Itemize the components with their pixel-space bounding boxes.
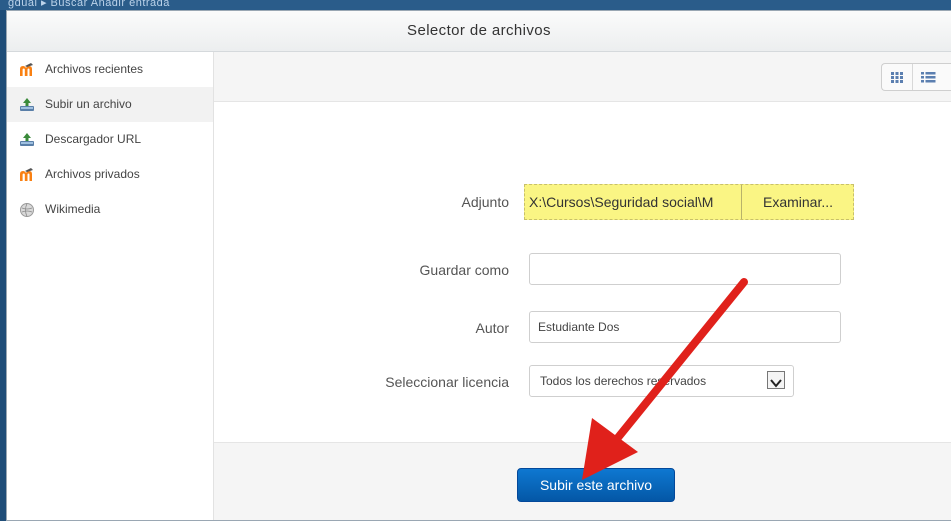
browse-button[interactable]: Examinar...	[743, 185, 853, 219]
sidebar-item-upload-file[interactable]: Subir un archivo	[7, 87, 213, 122]
grid-view-icon	[891, 72, 903, 83]
attachment-label: Adjunto	[461, 194, 509, 210]
view-toggle-group	[881, 63, 951, 91]
grid-view-button[interactable]	[882, 64, 913, 90]
sidebar-item-private-files[interactable]: Archivos privados	[7, 157, 213, 192]
background-nav-text: gdual ▸ Buscar Añadir entrada	[8, 0, 170, 9]
upload-icon	[20, 98, 34, 111]
file-picker-dialog: Selector de archivos Archivos recientes …	[6, 10, 951, 521]
sidebar-item-label: Wikimedia	[45, 202, 101, 216]
upload-icon	[20, 133, 34, 146]
sidebar-item-recent-files[interactable]: Archivos recientes	[7, 52, 213, 87]
attachment-path: X:\Cursos\Seguridad social\M	[529, 185, 742, 219]
sidebar-item-label: Archivos privados	[45, 167, 140, 181]
picker-toolbar	[214, 52, 951, 102]
attachment-file-input[interactable]: X:\Cursos\Seguridad social\M Examinar...	[524, 184, 854, 220]
moodle-logo-icon	[20, 168, 33, 181]
dialog-footer: Subir este archivo	[214, 442, 951, 520]
background-page-strip: gdual ▸ Buscar Añadir entrada	[0, 0, 951, 10]
sidebar-item-wikimedia[interactable]: Wikimedia	[7, 192, 213, 227]
sidebar-item-url-downloader[interactable]: Descargador URL	[7, 122, 213, 157]
chevron-down-icon	[767, 371, 785, 389]
save-as-label: Guardar como	[419, 262, 509, 278]
upload-form: Adjunto X:\Cursos\Seguridad social\M Exa…	[214, 102, 951, 442]
wikimedia-globe-icon	[20, 203, 34, 217]
license-select[interactable]: Todos los derechos reservados	[529, 365, 794, 397]
upload-file-button[interactable]: Subir este archivo	[517, 468, 675, 502]
moodle-logo-icon	[20, 63, 33, 76]
license-selected-value: Todos los derechos reservados	[540, 374, 707, 388]
list-view-button[interactable]	[913, 64, 943, 90]
author-input[interactable]: Estudiante Dos	[529, 311, 841, 343]
author-label: Autor	[475, 320, 509, 336]
sidebar-item-label: Subir un archivo	[45, 97, 132, 111]
sidebar-item-label: Descargador URL	[45, 132, 142, 146]
license-label: Seleccionar licencia	[385, 374, 509, 390]
save-as-input[interactable]	[529, 253, 841, 285]
sidebar-item-label: Archivos recientes	[45, 62, 144, 76]
repository-sidebar: Archivos recientes Subir un archivo Desc…	[7, 52, 214, 520]
dialog-title: Selector de archivos	[7, 11, 951, 52]
list-view-icon	[921, 72, 936, 83]
